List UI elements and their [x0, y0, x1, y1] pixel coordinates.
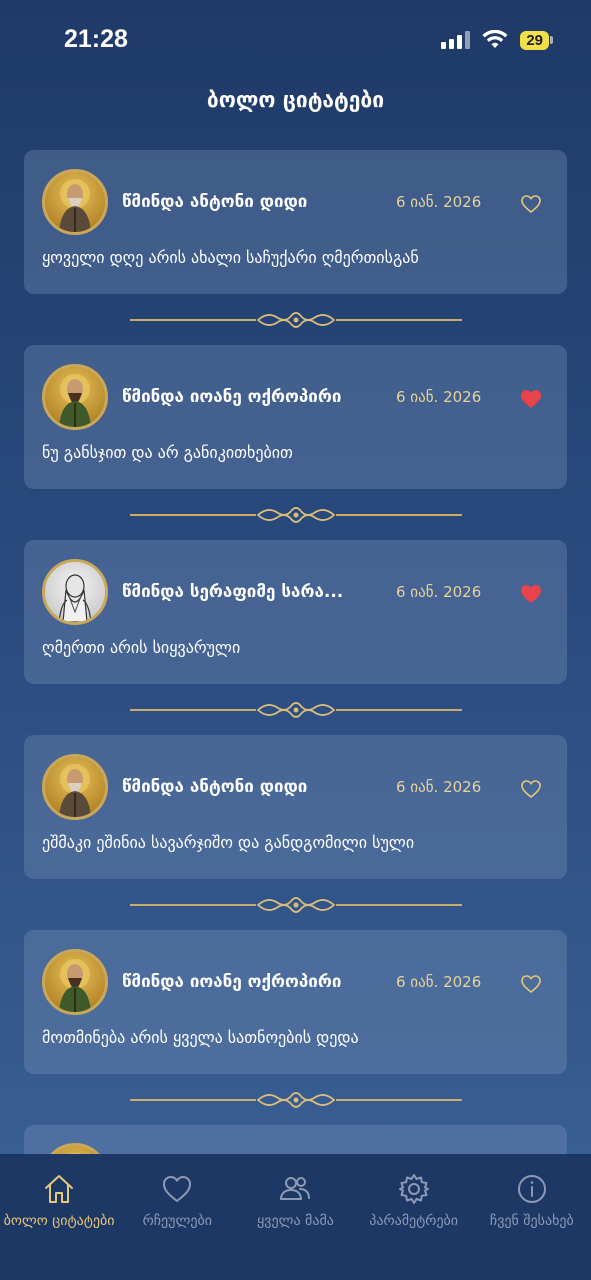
tab-home[interactable]: ბოლო ციტატები: [0, 1172, 118, 1280]
favorite-heart-icon[interactable]: [519, 777, 543, 801]
quote-card[interactable]: წმინდა ანტონი დიდი 6 იან. 2026 ეშმაკი ეშ…: [24, 735, 567, 879]
quote-card-header: წმინდა ანტონი დიდი 6 იან. 2026: [42, 753, 549, 821]
saint-avatar: [42, 364, 108, 430]
tab-gear[interactable]: პარამეტრები: [355, 1172, 473, 1280]
saint-name: წმინდა იოანე ოქროპირი: [122, 387, 342, 407]
quote-feed[interactable]: წმინდა ანტონი დიდი 6 იან. 2026 ყოველი დღ…: [24, 150, 567, 1209]
tab-label: რჩეულები: [142, 1213, 212, 1229]
home-icon: [42, 1172, 76, 1206]
saint-avatar: [42, 169, 108, 235]
tab-label: ბოლო ციტატები: [3, 1213, 115, 1229]
quote-date: 6 იან. 2026: [396, 193, 482, 211]
ornament-divider: [24, 489, 567, 540]
favorite-heart-icon[interactable]: [519, 387, 543, 411]
wifi-icon: [482, 30, 508, 48]
ornament-divider: [24, 294, 567, 345]
tab-label: ყველა მამა: [257, 1213, 334, 1229]
tab-info[interactable]: ჩვენ შესახებ: [473, 1172, 591, 1280]
quote-text: ნუ განსჯით და არ განიკითხებით: [42, 443, 293, 462]
quote-date: 6 იან. 2026: [396, 388, 482, 406]
tab-heart[interactable]: რჩეულები: [118, 1172, 236, 1280]
favorite-heart-icon[interactable]: [519, 192, 543, 216]
ornament-divider: [24, 879, 567, 930]
quote-card[interactable]: წმინდა იოანე ოქროპირი 6 იან. 2026 მოთმინ…: [24, 930, 567, 1074]
battery-level: 29: [520, 30, 549, 50]
saint-name: წმინდა ანტონი დიდი: [122, 777, 308, 797]
status-indicators: 29: [441, 30, 553, 50]
status-time: 21:28: [64, 24, 128, 53]
quote-text: მოთმინება არის ყველა სათნოების დედა: [42, 1028, 359, 1047]
quote-card[interactable]: წმინდა სერაფიმე სარა... 6 იან. 2026 ღმერ…: [24, 540, 567, 684]
saint-name: წმინდა იოანე ოქროპირი: [122, 972, 342, 992]
quote-card[interactable]: წმინდა იოანე ოქროპირი 6 იან. 2026 ნუ გან…: [24, 345, 567, 489]
heart-icon: [160, 1172, 194, 1206]
tab-label: პარამეტრები: [369, 1213, 459, 1229]
ornament-divider: [24, 1074, 567, 1125]
info-icon: [515, 1172, 549, 1206]
people-icon: [278, 1172, 312, 1206]
quote-text: ღმერთი არის სიყვარული: [42, 638, 241, 657]
tab-label: ჩვენ შესახებ: [489, 1213, 574, 1229]
page-title: ბოლო ციტატები: [206, 88, 385, 112]
quote-date: 6 იან. 2026: [396, 973, 482, 991]
gear-icon: [397, 1172, 431, 1206]
favorite-heart-icon[interactable]: [519, 582, 543, 606]
quote-card-header: წმინდა იოანე ოქროპირი 6 იან. 2026: [42, 948, 549, 1016]
quote-text: ეშმაკი ეშინია სავარჯიშო და განდგომილი სუ…: [42, 833, 415, 852]
ornament-divider: [24, 684, 567, 735]
saint-avatar: [42, 754, 108, 820]
saint-name: წმინდა ანტონი დიდი: [122, 192, 308, 212]
quote-card[interactable]: წმინდა ანტონი დიდი 6 იან. 2026 ყოველი დღ…: [24, 150, 567, 294]
battery-indicator: 29: [520, 30, 553, 50]
quote-card-header: წმინდა იოანე ოქროპირი 6 იან. 2026: [42, 363, 549, 431]
quote-text: ყოველი დღე არის ახალი საჩუქარი ღმერთისგა…: [42, 248, 419, 267]
tab-people[interactable]: ყველა მამა: [236, 1172, 354, 1280]
cellular-signal-icon: [441, 31, 471, 49]
saint-name: წმინდა სერაფიმე სარა...: [122, 582, 344, 602]
quote-card-header: წმინდა სერაფიმე სარა... 6 იან. 2026: [42, 558, 549, 626]
bottom-tab-bar: ბოლო ციტატები რჩეულები ყველა მამა პარამე…: [0, 1154, 591, 1280]
saint-avatar: [42, 559, 108, 625]
favorite-heart-icon[interactable]: [519, 972, 543, 996]
quote-date: 6 იან. 2026: [396, 583, 482, 601]
saint-avatar: [42, 949, 108, 1015]
status-bar: 21:28 29: [0, 0, 591, 80]
quote-date: 6 იან. 2026: [396, 778, 482, 796]
quote-card-header: წმინდა ანტონი დიდი 6 იან. 2026: [42, 168, 549, 236]
